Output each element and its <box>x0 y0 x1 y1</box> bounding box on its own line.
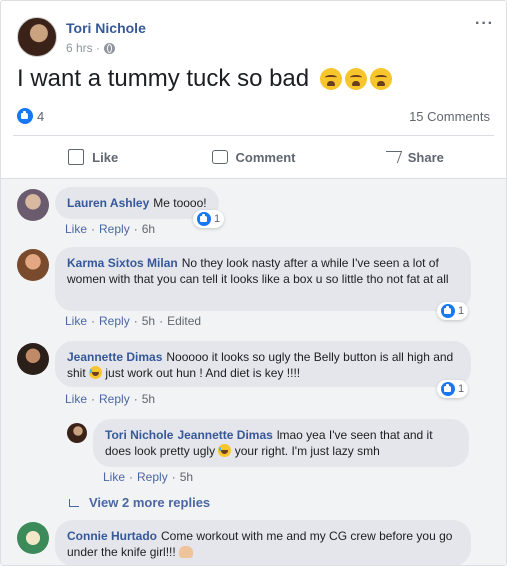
author-avatar[interactable] <box>17 17 57 57</box>
flexed-bicep-emoji-icon <box>179 546 194 558</box>
comment-reactions[interactable]: 1 <box>437 302 469 320</box>
comment-like-link[interactable]: Like <box>65 392 87 406</box>
avatar[interactable] <box>67 423 87 443</box>
avatar[interactable] <box>17 249 49 281</box>
like-reaction-icon <box>441 304 455 318</box>
divider <box>13 135 494 136</box>
reply-arrow-icon <box>69 498 79 507</box>
post-meta: 6 hrs · <box>66 41 116 55</box>
share-icon <box>381 151 402 163</box>
comment-count-link[interactable]: 15 Comments <box>409 109 490 124</box>
like-reaction-icon <box>441 382 455 396</box>
comment-time[interactable]: 5h <box>142 392 155 406</box>
like-button[interactable]: Like <box>13 141 173 173</box>
laughing-emoji-icon <box>89 366 103 379</box>
globe-icon <box>104 42 116 54</box>
comment-bubble: Connie Hurtado Come workout with me and m… <box>55 520 471 565</box>
thumbs-up-icon <box>68 149 85 165</box>
avatar[interactable] <box>17 522 49 554</box>
commenter-name[interactable]: Lauren Ashley <box>67 196 149 210</box>
author-name[interactable]: Tori Nichole <box>66 20 146 36</box>
reaction-count: 4 <box>37 108 45 124</box>
comment-text-continued: just work out hun ! And diet is key !!!! <box>105 366 301 380</box>
avatar[interactable] <box>17 189 49 221</box>
comment-reaction-count: 1 <box>458 383 465 395</box>
more-options-icon[interactable]: ··· <box>475 15 494 33</box>
share-button-label: Share <box>407 149 444 165</box>
post-text-content: I want a tummy tuck so bad <box>17 65 310 92</box>
reply-time[interactable]: 5h <box>180 470 193 484</box>
post-time[interactable]: 6 hrs · <box>66 41 100 55</box>
comment-button[interactable]: Comment <box>173 141 333 173</box>
comment-actions: Like · Reply · 6h <box>65 222 156 236</box>
comment-icon <box>211 150 228 164</box>
avatar[interactable] <box>17 343 49 375</box>
commenter-name[interactable]: Karma Sixtos Milan <box>67 256 178 270</box>
weary-face-emoji-icon <box>320 68 343 90</box>
comment-actions: Like · Reply · 5h · Edited <box>65 314 202 328</box>
comment-reply-link[interactable]: Reply <box>99 314 130 328</box>
comment-reaction-count: 1 <box>458 305 465 317</box>
post-text: I want a tummy tuck so bad <box>17 65 393 93</box>
reply-like-link[interactable]: Like <box>103 470 125 484</box>
laughing-emoji-icon <box>218 444 232 457</box>
reply-actions: Like · Reply · 5h <box>103 470 194 484</box>
like-reaction-icon <box>17 108 33 124</box>
post-action-bar: Like Comment Share <box>13 141 494 173</box>
comment-time[interactable]: 6h <box>142 222 155 236</box>
reply-reply-link[interactable]: Reply <box>137 470 168 484</box>
post-reactions[interactable]: 4 <box>17 108 44 124</box>
comment-reply-link[interactable]: Reply <box>99 222 130 236</box>
view-more-replies-link[interactable]: View 2 more replies <box>69 495 210 510</box>
comment-reactions[interactable]: 1 <box>193 210 225 228</box>
like-button-label: Like <box>92 149 119 165</box>
comment-time[interactable]: 5h <box>142 314 155 328</box>
like-reaction-icon <box>197 212 211 226</box>
post-card: Tori Nichole 6 hrs · ··· I want a tummy … <box>0 0 507 566</box>
comment-reply-link[interactable]: Reply <box>99 392 130 406</box>
weary-face-emoji-icon <box>370 68 393 90</box>
comment-edited[interactable]: Edited <box>167 314 201 328</box>
reply-text-continued: your right. I'm just lazy smh <box>234 444 380 458</box>
commenter-name[interactable]: Jeannette Dimas <box>67 350 162 364</box>
weary-face-emoji-icon <box>345 68 368 90</box>
mention-link[interactable]: Jeannette Dimas <box>177 428 272 442</box>
comment-reactions[interactable]: 1 <box>437 380 469 398</box>
comment-bubble: Karma Sixtos Milan No they look nasty aft… <box>55 247 471 311</box>
comment-actions: Like · Reply · 5h <box>65 392 156 406</box>
comment-text: Me toooo! <box>153 196 207 210</box>
share-button[interactable]: Share <box>334 141 494 173</box>
commenter-name[interactable]: Connie Hurtado <box>67 529 157 543</box>
comment-button-label: Comment <box>235 149 296 165</box>
comment-bubble: Jeannette Dimas Nooooo it looks so ugly t… <box>55 341 471 387</box>
view-more-replies-label: View 2 more replies <box>89 495 211 510</box>
comment-like-link[interactable]: Like <box>65 222 87 236</box>
comment-reaction-count: 1 <box>214 213 221 225</box>
reply-bubble: Tori Nichole Jeannette Dimas lmao yea I've… <box>93 419 469 467</box>
replier-name[interactable]: Tori Nichole <box>105 428 173 442</box>
comment-like-link[interactable]: Like <box>65 314 87 328</box>
